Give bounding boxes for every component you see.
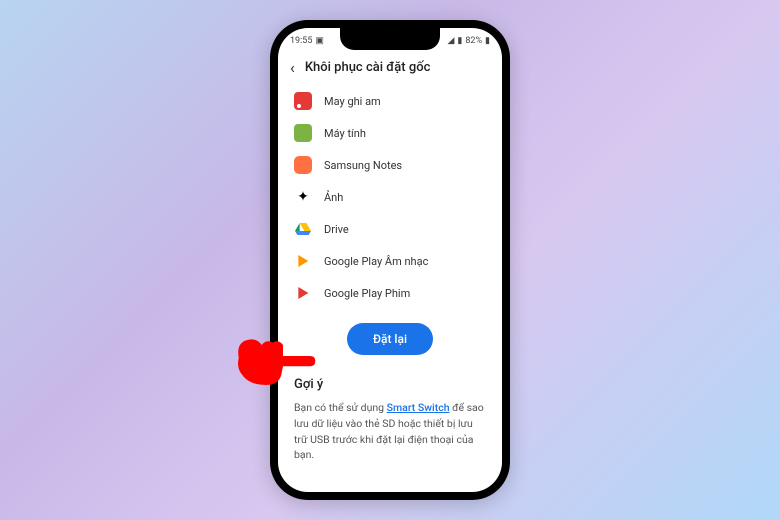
status-right: ◢ ▮ 82% ▮ [447, 36, 490, 46]
page-title: Khôi phục cài đặt gốc [305, 60, 431, 75]
hint-title: Gợi ý [294, 377, 486, 392]
app-label: Google Play Âm nhạc [324, 255, 428, 268]
smart-switch-link[interactable]: Smart Switch [387, 401, 450, 414]
list-item: Máy tính [290, 117, 490, 149]
battery-text: 82% [465, 36, 482, 46]
reset-button[interactable]: Đặt lại [347, 323, 433, 355]
page-header: ‹ Khôi phục cài đặt gốc [278, 50, 502, 85]
app-label: Drive [324, 223, 349, 236]
app-list: May ghi am Máy tính Samsung Notes ✦ Ảnh … [278, 85, 502, 309]
battery-icon: ▮ [485, 36, 490, 46]
status-app-icon: ▣ [315, 36, 324, 46]
recorder-icon [294, 92, 312, 110]
app-label: Ảnh [324, 191, 343, 204]
app-label: Google Play Phim [324, 287, 410, 300]
app-label: Samsung Notes [324, 159, 402, 172]
list-item: Google Play Âm nhạc [290, 245, 490, 277]
phone-frame: 19:55 ▣ ◢ ▮ 82% ▮ ‹ Khôi phục cài đặt gố… [270, 20, 510, 500]
list-item: ✦ Ảnh [290, 181, 490, 213]
phone-screen: 19:55 ▣ ◢ ▮ 82% ▮ ‹ Khôi phục cài đặt gố… [278, 28, 502, 492]
status-left: 19:55 ▣ [290, 36, 324, 46]
back-icon[interactable]: ‹ [290, 58, 295, 77]
drive-icon [294, 220, 312, 238]
notes-icon [294, 156, 312, 174]
phone-notch [340, 28, 440, 50]
hint-text: Bạn có thể sử dụng Smart Switch để sao l… [294, 400, 486, 463]
hint-text-before: Bạn có thể sử dụng [294, 401, 387, 414]
list-item: May ghi am [290, 85, 490, 117]
status-time: 19:55 [290, 36, 312, 46]
play-music-icon [294, 252, 312, 270]
pointing-hand-icon [232, 332, 317, 396]
app-label: Máy tính [324, 127, 366, 140]
list-item: Drive [290, 213, 490, 245]
play-movies-icon [294, 284, 312, 302]
list-item: Google Play Phim [290, 277, 490, 309]
wifi-icon: ◢ [447, 36, 454, 46]
list-item: Samsung Notes [290, 149, 490, 181]
photos-icon: ✦ [294, 188, 312, 206]
app-label: May ghi am [324, 95, 381, 108]
signal-icon: ▮ [457, 36, 462, 46]
calculator-icon [294, 124, 312, 142]
